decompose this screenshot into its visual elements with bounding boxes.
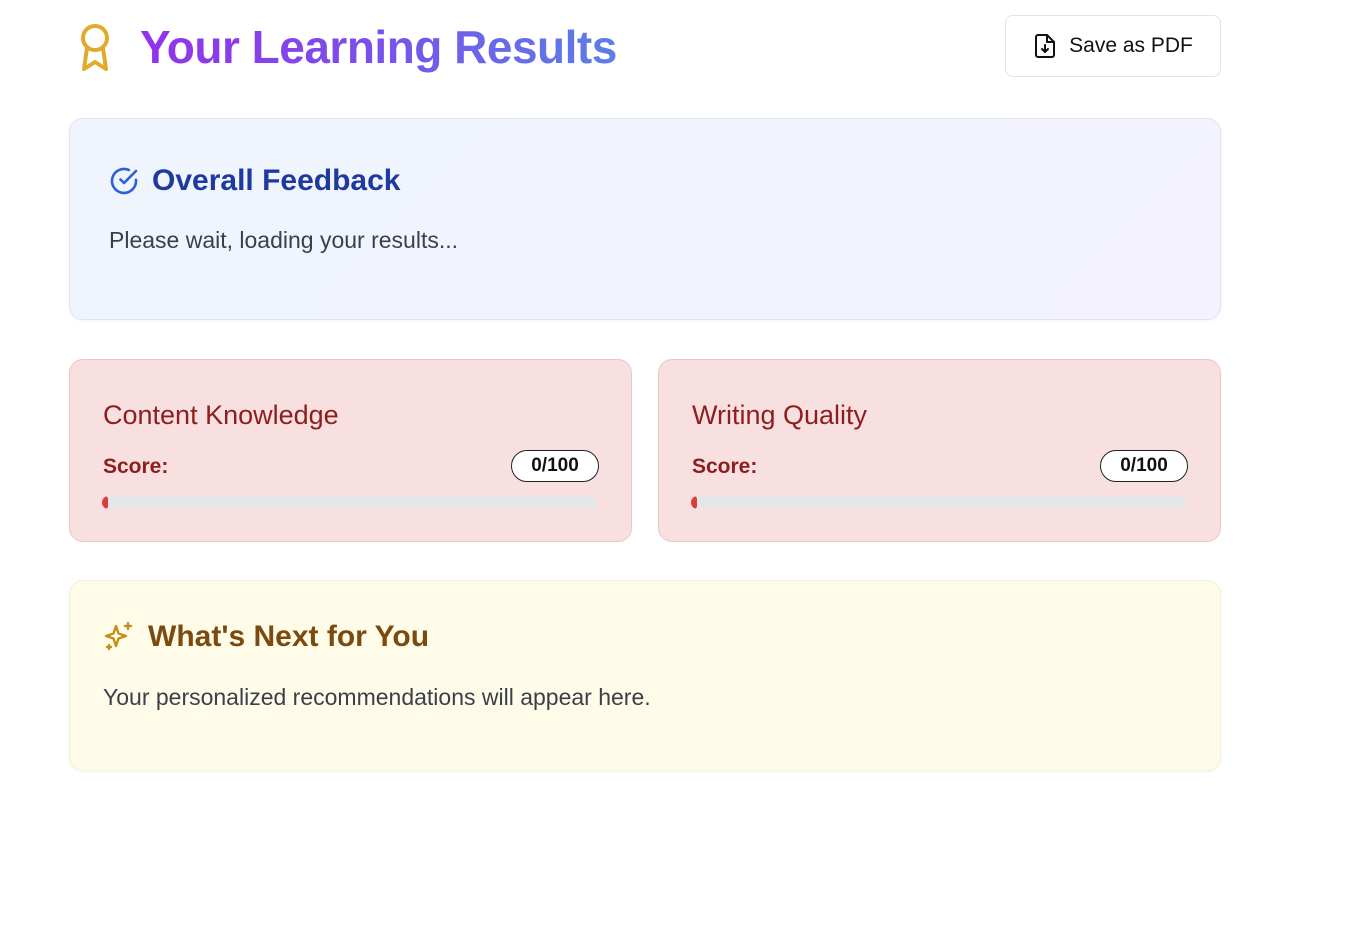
results-page: Your Learning Results Save as PDF Overal… bbox=[0, 0, 1346, 936]
score-progress-bar bbox=[691, 496, 1187, 509]
score-progress-fill bbox=[691, 496, 697, 509]
score-card-title: Content Knowledge bbox=[103, 400, 339, 430]
page-header: Your Learning Results Save as PDF bbox=[69, 14, 1221, 80]
overall-feedback-text: Please wait, loading your results... bbox=[109, 227, 459, 253]
save-as-pdf-button[interactable]: Save as PDF bbox=[1005, 15, 1221, 77]
file-download-icon bbox=[1035, 34, 1056, 58]
whats-next-text: Your personalized recommendations will a… bbox=[103, 684, 651, 710]
score-badge: 0/100 bbox=[1100, 450, 1188, 482]
score-card-title: Writing Quality bbox=[692, 400, 868, 430]
score-progress-bar bbox=[102, 496, 598, 509]
whats-next-header: What's Next for You bbox=[102, 617, 429, 657]
page-title: Your Learning Results bbox=[140, 21, 617, 73]
overall-feedback-card: Overall Feedback Please wait, loading yo… bbox=[69, 118, 1221, 320]
content-knowledge-card: Content Knowledge Score: 0/100 bbox=[69, 359, 632, 542]
overall-feedback-title: Overall Feedback bbox=[152, 164, 401, 197]
whats-next-title: What's Next for You bbox=[148, 620, 430, 653]
score-label: Score: bbox=[692, 455, 758, 478]
whats-next-card: What's Next for You Your personalized re… bbox=[69, 580, 1221, 771]
award-icon bbox=[81, 24, 109, 71]
score-badge: 0/100 bbox=[511, 450, 599, 482]
sparkles-icon bbox=[104, 621, 133, 651]
save-as-pdf-label: Save as PDF bbox=[1069, 34, 1193, 57]
score-label: Score: bbox=[103, 455, 169, 478]
circle-check-icon bbox=[110, 167, 138, 195]
writing-quality-card: Writing Quality Score: 0/100 bbox=[658, 359, 1221, 542]
overall-feedback-header: Overall Feedback bbox=[108, 163, 400, 199]
score-progress-fill bbox=[102, 496, 108, 509]
